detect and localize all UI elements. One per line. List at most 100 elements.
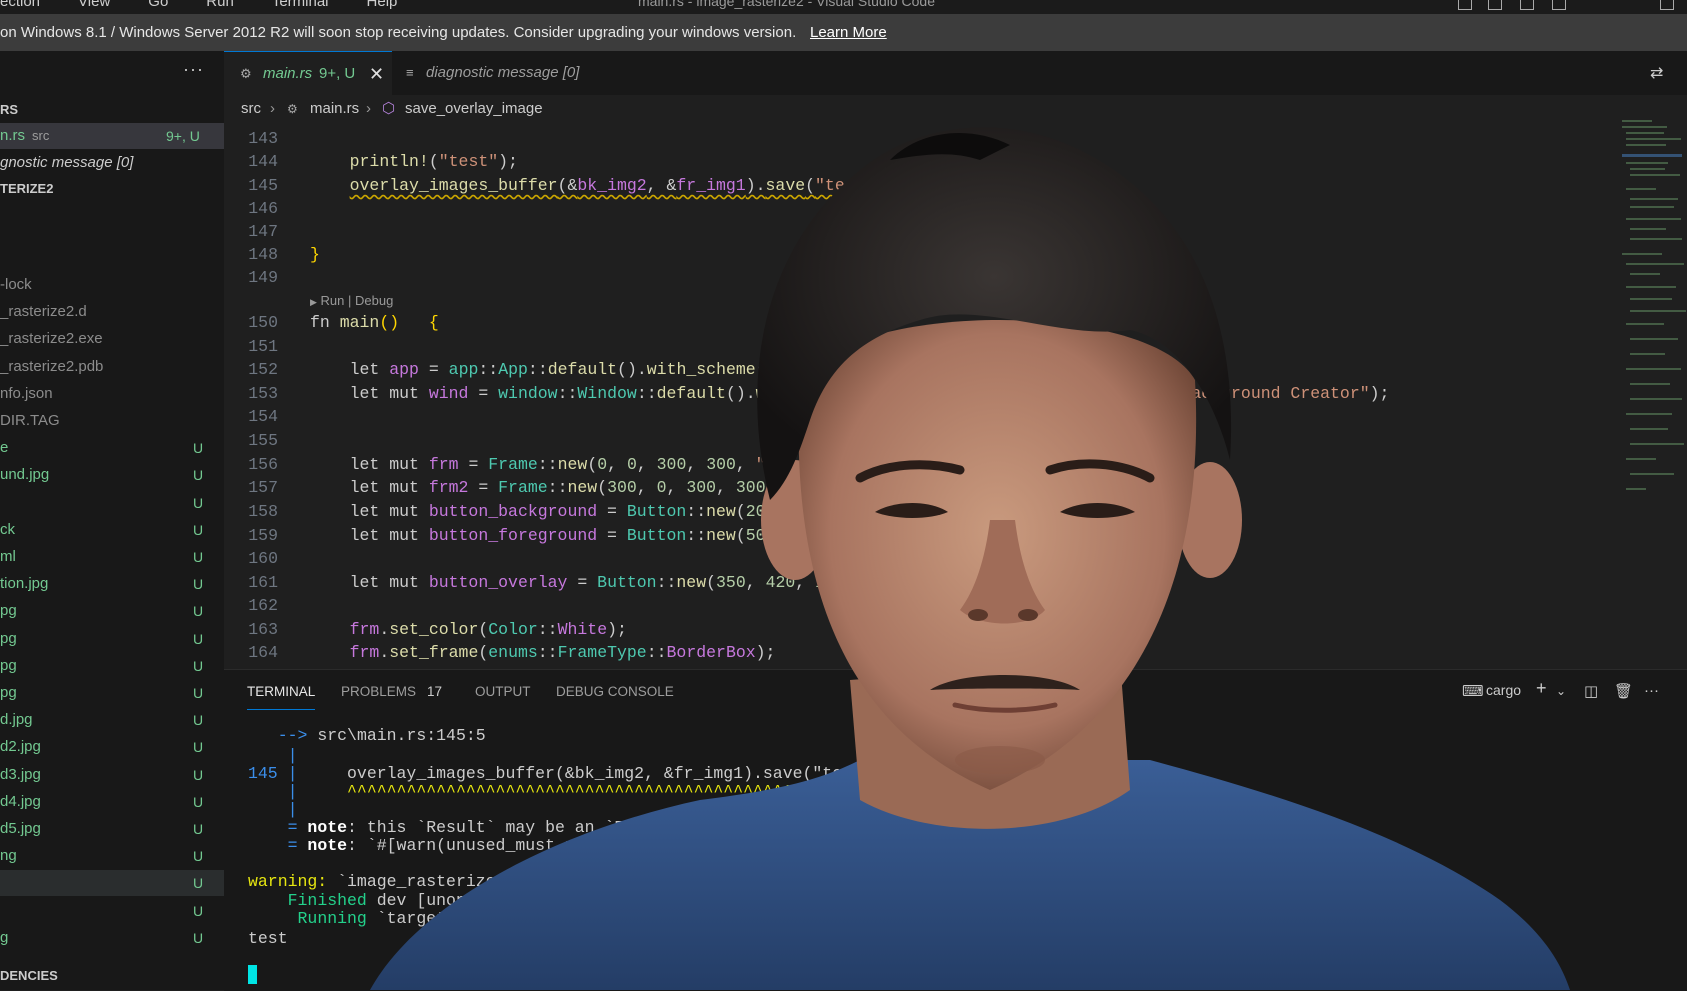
menu-terminal[interactable]: Terminal [272, 0, 329, 10]
file-item-label: ng [0, 847, 17, 865]
codelens-run-debug[interactable]: ▶ Run | Debug [310, 293, 393, 308]
file-item[interactable]: U [0, 490, 224, 516]
file-git-status: U [193, 630, 204, 647]
tab-output[interactable]: OUTPUT [475, 684, 531, 699]
menu-selection[interactable]: ection [0, 0, 40, 10]
breadcrumb-src[interactable]: src [241, 95, 261, 123]
file-item[interactable]: gU [0, 925, 224, 951]
file-git-status: U [193, 440, 204, 457]
file-item[interactable]: d4.jpg U [0, 789, 224, 815]
toggle-sidebar-icon[interactable] [1458, 0, 1472, 10]
open-editor-main-rs[interactable]: n.rs src 9+, U [0, 123, 224, 149]
file-item-label: e [0, 439, 9, 457]
file-item-label: d2.jpg [0, 738, 41, 756]
file-git-status: U [193, 657, 204, 674]
file-item-label: d4.jpg [0, 792, 41, 810]
project-folder-header[interactable]: TERIZE2 [0, 176, 224, 202]
breadcrumb-symbol[interactable]: save_overlay_image [405, 95, 543, 123]
file-item[interactable]: d3.jpg U [0, 762, 224, 788]
file-git-status: U [193, 793, 204, 810]
tab-main-rs[interactable]: ⚙ main.rs 9+, U ✕ [224, 51, 392, 96]
file-item[interactable]: _rasterize2.d [0, 299, 224, 325]
toggle-secondary-sidebar-icon[interactable] [1520, 0, 1534, 10]
terminal-cursor [248, 965, 257, 984]
file-item[interactable]: U [0, 870, 224, 897]
minimap[interactable] [1620, 118, 1687, 528]
file-git-status: U [193, 467, 204, 484]
terminal-shell-label[interactable]: cargo [1486, 682, 1521, 698]
play-icon: ▶ [310, 297, 317, 307]
more-actions-icon[interactable]: ··· [183, 59, 204, 80]
file-git-status: U [193, 821, 204, 837]
file-item[interactable]: _rasterize2.pdb [0, 354, 224, 380]
learn-more-link[interactable]: Learn More [810, 14, 887, 51]
file-item[interactable]: tion.jpg U [0, 571, 224, 597]
file-item[interactable]: pg U [0, 626, 224, 652]
text-file-icon: ≡ [406, 65, 414, 80]
restore-window-icon[interactable] [1660, 0, 1674, 10]
file-item-label: pg [0, 656, 17, 674]
file-item[interactable]: DIR.TAG [0, 408, 224, 434]
dependencies-header[interactable]: DENCIES [0, 963, 224, 989]
menu-go[interactable]: Go [148, 0, 168, 10]
file-git-status: U [193, 603, 204, 620]
file-git-status: U [193, 712, 204, 729]
file-item-label: DIR.TAG [0, 412, 60, 429]
terminal-icon: ⌨ [1462, 683, 1484, 700]
editor-tab-bar: ⚙ main.rs 9+, U ✕ ≡ diagnostic message [… [224, 51, 1687, 96]
menu-view[interactable]: View [78, 0, 110, 10]
file-item[interactable]: ng U [0, 843, 224, 869]
file-item[interactable]: _rasterize2.exe [0, 326, 224, 352]
file-item[interactable]: und.jpg U [0, 462, 224, 488]
chevron-right-icon: › [366, 100, 371, 117]
code-editor[interactable]: 143 144 println!("test"); 145 overlay_im… [224, 123, 1614, 669]
file-item[interactable]: d5.jpg U [0, 816, 224, 842]
file-item-label: d.jpg [0, 711, 33, 729]
customize-layout-icon[interactable] [1552, 0, 1566, 10]
menu-bar: ection View Go Run Terminal Help [0, 0, 435, 10]
file-item[interactable]: d2.jpg U [0, 734, 224, 760]
file-git-status: U [193, 766, 204, 783]
breadcrumb-file[interactable]: main.rs [310, 95, 359, 123]
file-git-status: U [193, 521, 204, 538]
file-item-label: _rasterize2.exe [0, 330, 103, 348]
tab-debug-console[interactable]: DEBUG CONSOLE [556, 684, 674, 699]
file-item-label: pg [0, 602, 17, 620]
split-icon[interactable]: ◫ [1584, 682, 1598, 700]
file-item[interactable]: pg U [0, 598, 224, 624]
bottom-panel: TERMINAL PROBLEMS 17 OUTPUT DEBUG CONSOL… [224, 669, 1687, 991]
file-item[interactable]: U [0, 898, 224, 924]
tab-problems[interactable]: PROBLEMS [341, 684, 416, 699]
toggle-panel-icon[interactable] [1488, 0, 1502, 10]
symbol-method-icon: ⬡ [382, 100, 396, 117]
file-item[interactable]: ml U [0, 544, 224, 570]
file-item-label: pg [0, 629, 17, 647]
plus-icon[interactable]: + [1536, 678, 1547, 699]
tab-diagnostic-message[interactable]: ≡ diagnostic message [0] [392, 51, 620, 95]
file-item[interactable]: eU [0, 435, 224, 461]
file-item-label: g [0, 928, 9, 946]
update-banner: on Windows 8.1 / Windows Server 2012 R2 … [0, 14, 1687, 51]
open-editors-header[interactable]: RS [0, 97, 224, 123]
trash-icon[interactable]: 🗑 [1614, 682, 1633, 700]
file-git-status: U [193, 739, 204, 756]
file-item-label: pg [0, 684, 17, 701]
open-editor-diagnostic[interactable]: gnostic message [0] [0, 150, 224, 176]
file-item-label: ml [0, 548, 16, 565]
menu-help[interactable]: Help [367, 0, 398, 10]
file-item[interactable]: pg U [0, 680, 224, 706]
file-item-label: d5.jpg [0, 820, 41, 837]
file-item[interactable]: -lock [0, 272, 224, 298]
file-item[interactable]: nfo.json [0, 381, 224, 407]
close-icon[interactable]: ✕ [369, 52, 384, 96]
tab-terminal[interactable]: TERMINAL [247, 684, 316, 710]
compare-icon[interactable]: ⇄ [1650, 63, 1663, 83]
file-item[interactable]: ck U [0, 517, 224, 543]
file-item-label: _rasterize2.d [0, 303, 87, 321]
chevron-down-icon[interactable]: ⌄ [1556, 684, 1566, 698]
more-icon[interactable]: ··· [1644, 682, 1659, 699]
terminal-output[interactable]: --> src\main.rs:145:5 | 145 | overlay_im… [248, 726, 1648, 986]
file-item[interactable]: pg U [0, 653, 224, 679]
file-item[interactable]: d.jpg U [0, 707, 224, 733]
menu-run[interactable]: Run [206, 0, 234, 10]
